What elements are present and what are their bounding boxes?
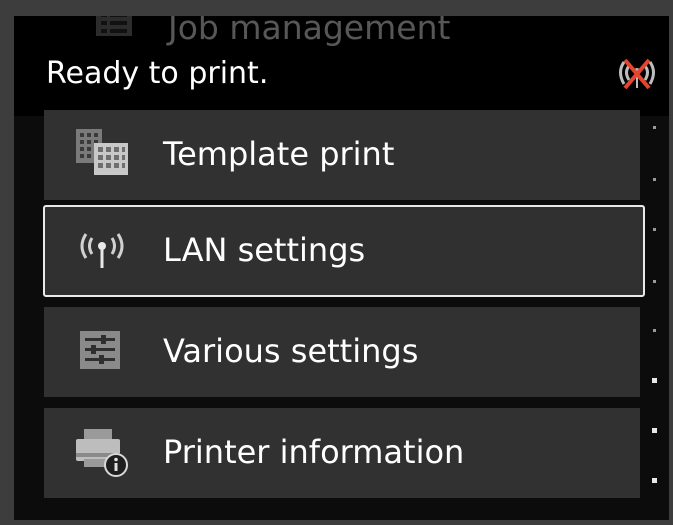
menu-item-lan-settings[interactable]: LAN settings [43,205,645,297]
menu-item-printer-information[interactable]: Printer information [44,408,640,498]
scroll-dot [653,178,656,181]
job-management-icon [94,16,134,46]
menu-item-label: LAN settings [163,231,366,270]
menu-item-label: Various settings [163,332,419,371]
wireless-antenna-icon [72,224,132,278]
network-disconnected-icon [615,54,659,98]
status-message: Ready to print. [46,56,269,91]
scroll-dot [653,228,656,231]
scroll-dot [653,280,656,283]
menu-item-label: Template print [163,135,395,174]
menu-item-label: Job management [168,16,451,47]
status-bar: Job management Ready to print. [14,16,669,116]
scroll-dot [652,378,657,383]
template-print-icon [72,125,136,185]
scroll-dot [653,126,656,129]
menu-item-various-settings[interactable]: Various settings [44,307,640,397]
scroll-dot [652,428,657,433]
printer-screen: Job management Ready to print. Template … [14,16,669,520]
settings-sliders-icon [72,325,128,379]
menu-item-label: Printer information [163,433,465,472]
scroll-indicator [651,116,661,516]
scroll-dot [652,478,657,483]
printer-info-icon [72,423,136,483]
menu-item-template-print[interactable]: Template print [44,110,640,200]
scroll-dot [653,329,656,332]
